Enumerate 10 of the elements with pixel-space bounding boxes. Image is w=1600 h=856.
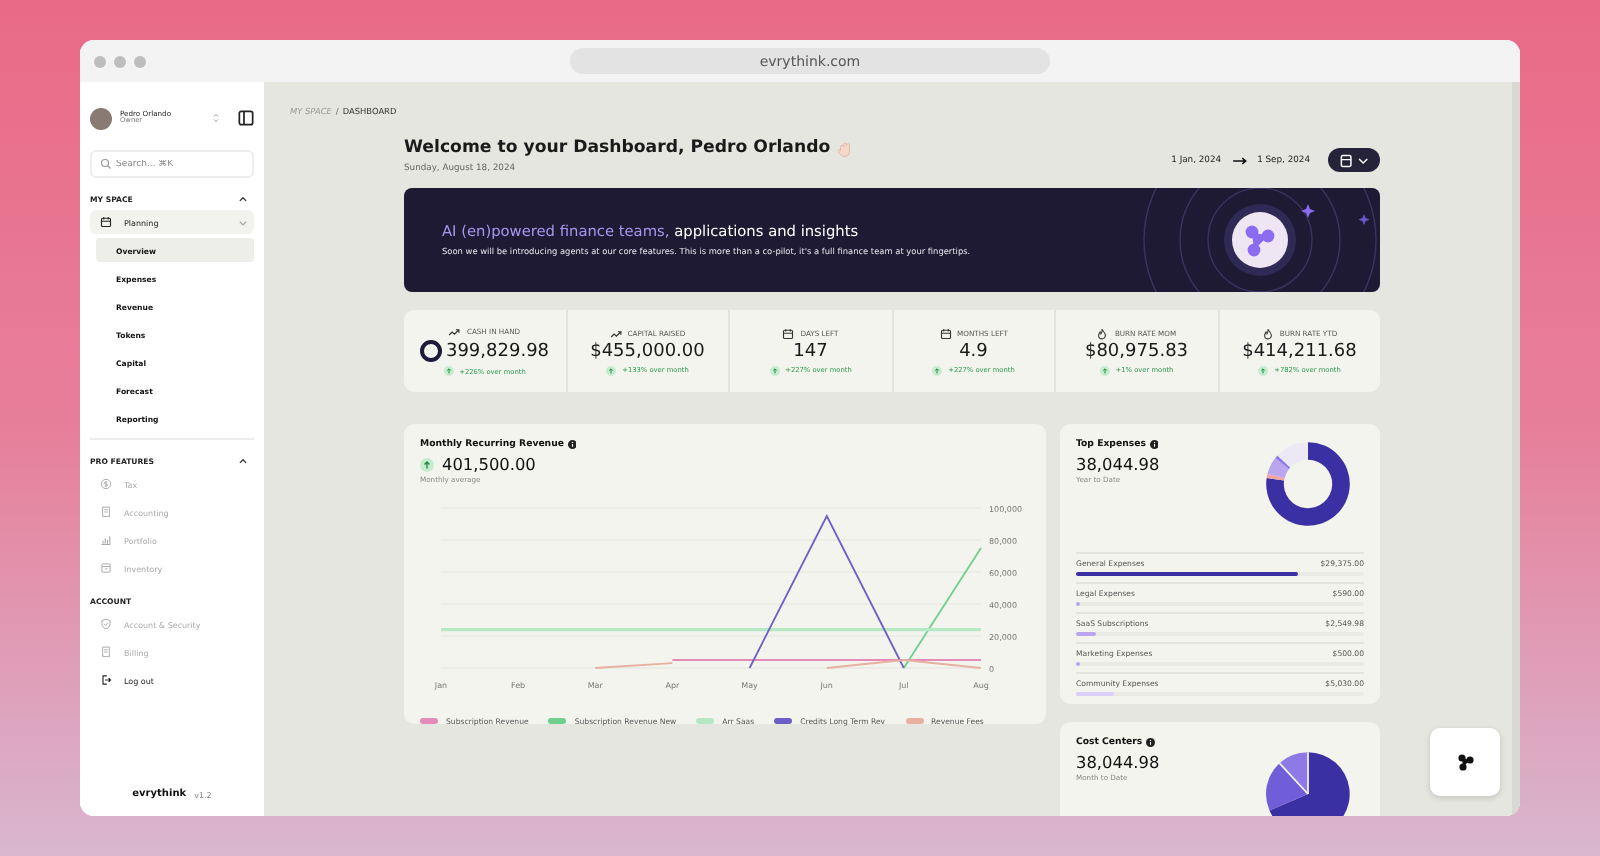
- page-title: Welcome to your Dashboard, Pedro Orlando: [404, 138, 831, 158]
- stat-value: $414,211.68: [1242, 341, 1357, 361]
- stat-value: $455,000.00: [590, 341, 705, 361]
- stat-value: 399,829.98: [445, 341, 550, 361]
- stat-value: 4.9: [959, 341, 988, 361]
- card-value: 401,500.00: [442, 454, 536, 474]
- stat-value: 147: [793, 341, 828, 361]
- card-value: 38,044.98: [1076, 752, 1160, 772]
- stat-value: $80,975.83: [1084, 341, 1189, 361]
- card-value: 38,044.98: [1076, 454, 1160, 474]
